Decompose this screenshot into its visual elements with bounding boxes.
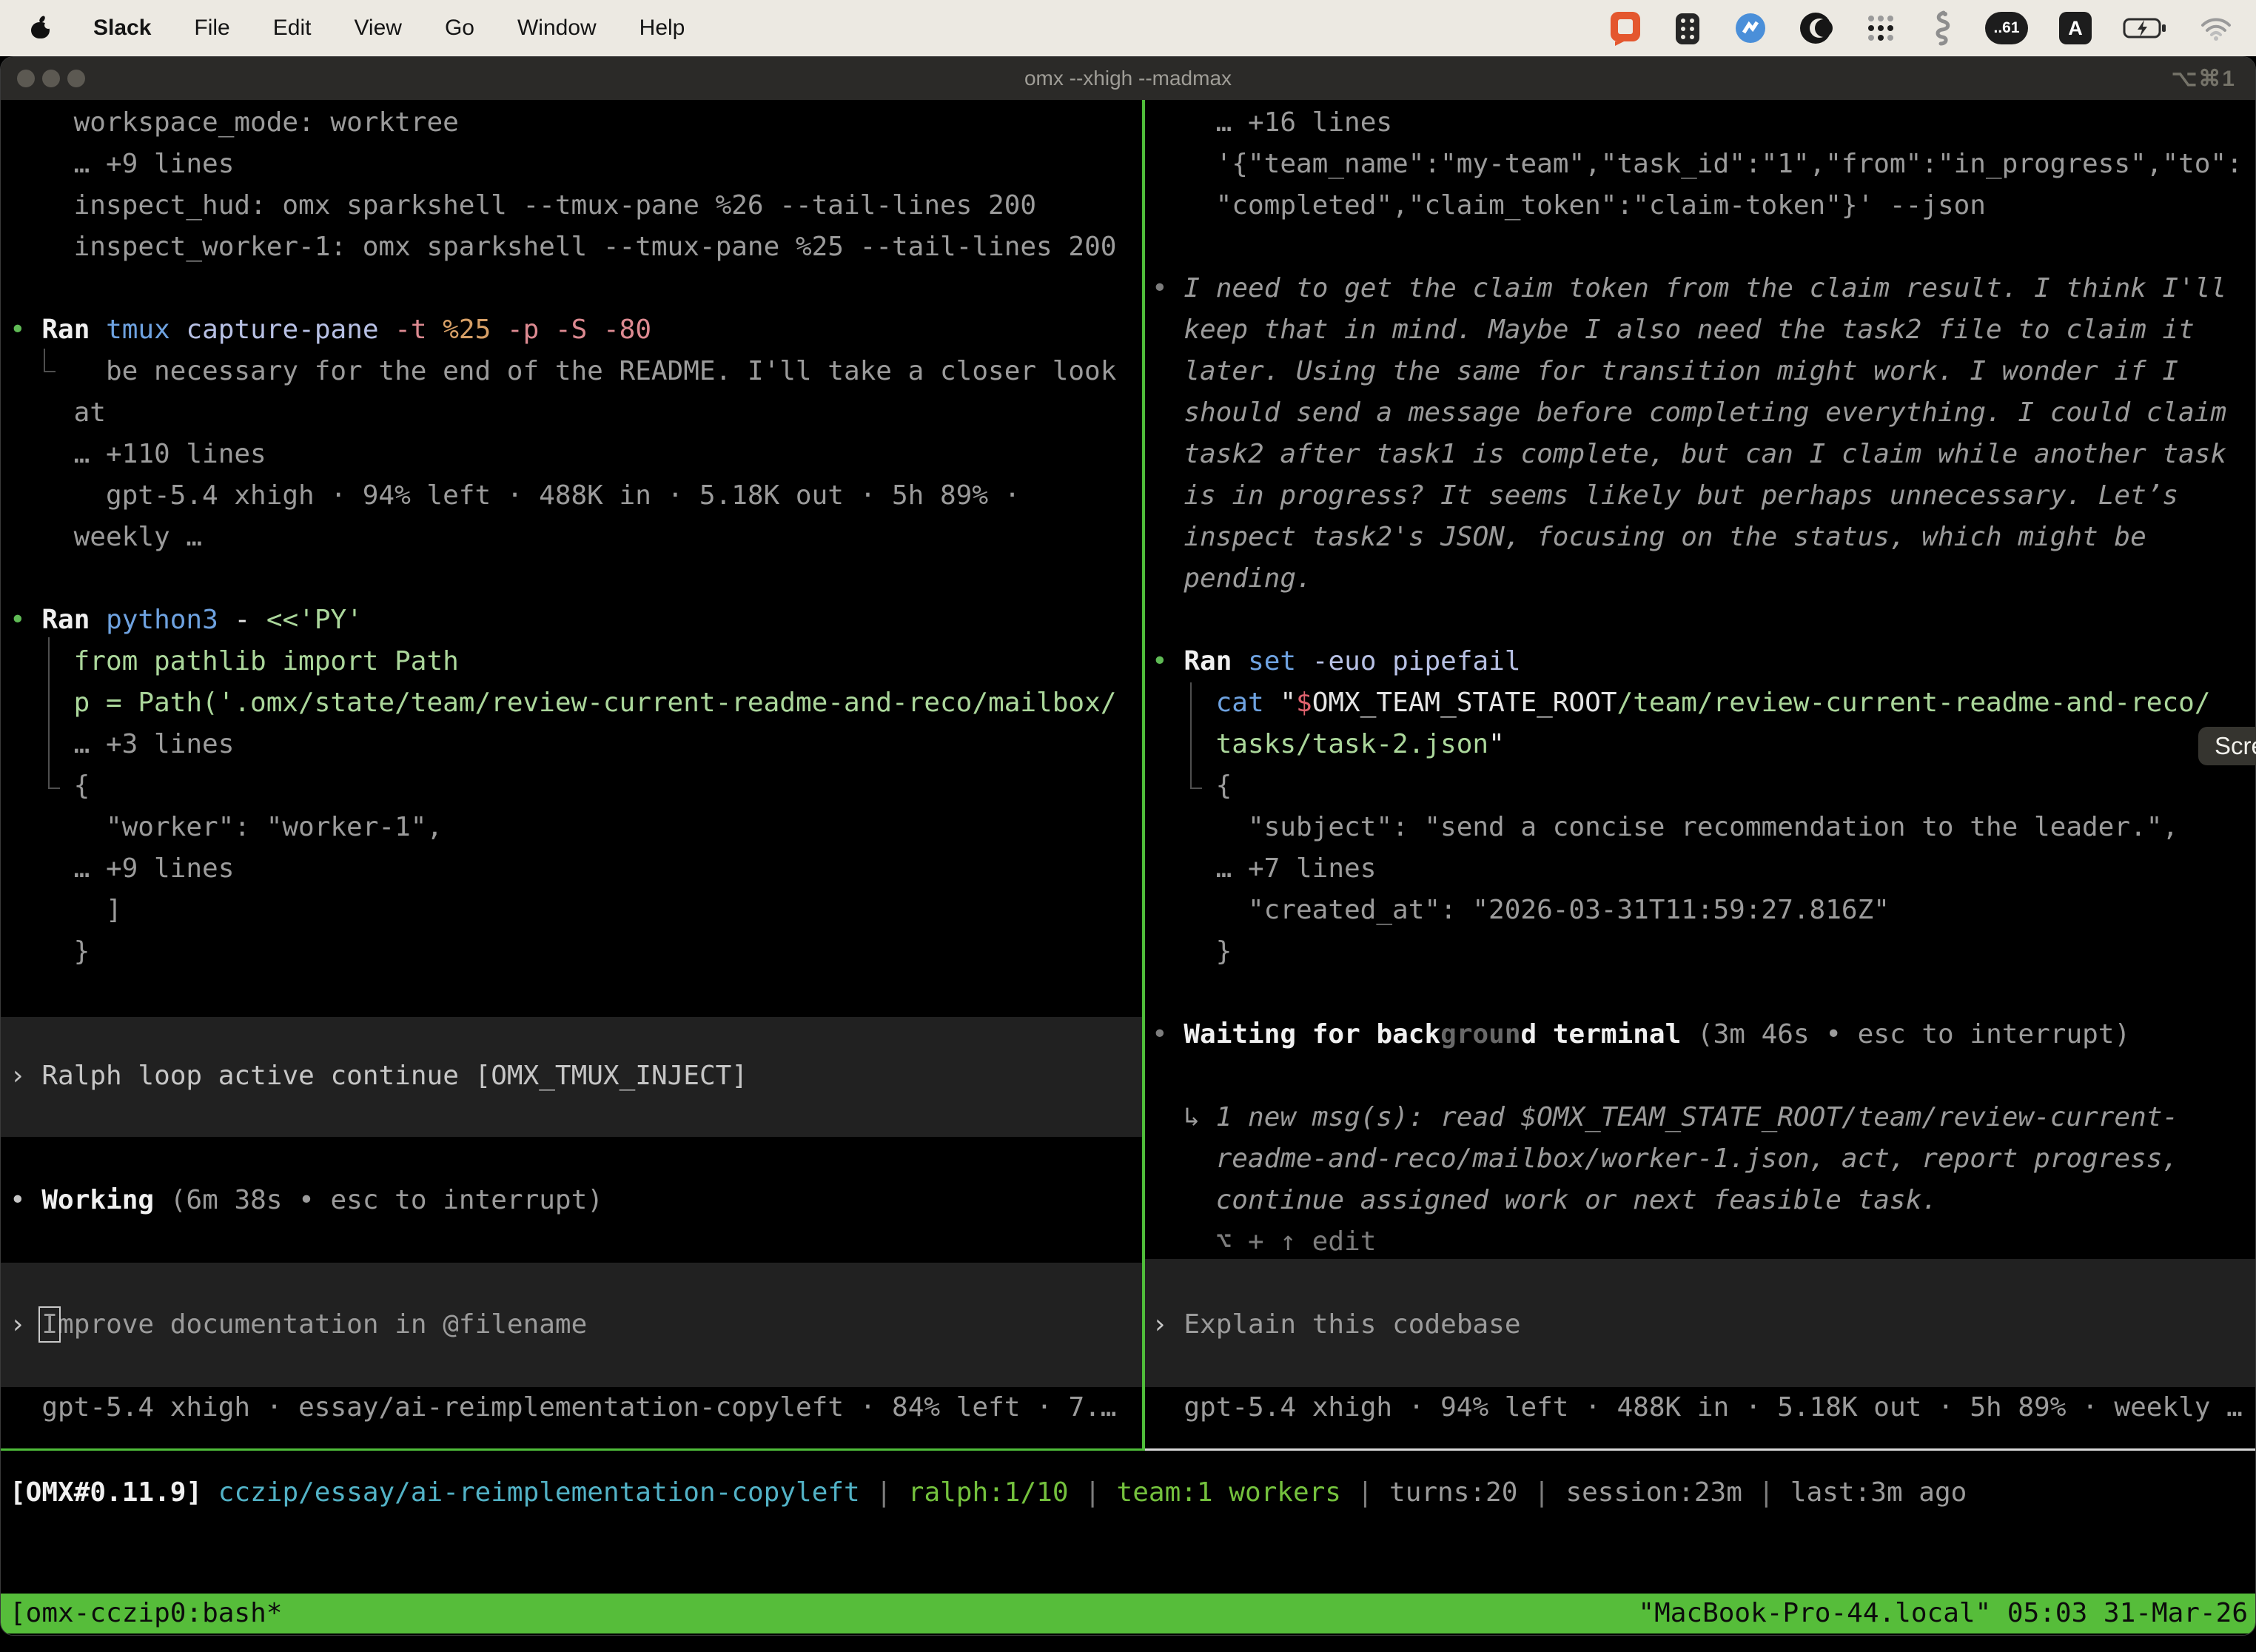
terminal-line: task2 after task1 is complete, but can I… bbox=[1184, 434, 2226, 475]
terminal-line: is in progress? It seems likely but perh… bbox=[1184, 475, 2178, 517]
left-pane-border bbox=[1, 1448, 1145, 1451]
terminal-line: › Ralph loop active continue [OMX_TMUX_I… bbox=[10, 1055, 748, 1097]
terminal-line: p = Path('.omx/state/team/review-current… bbox=[74, 682, 1117, 724]
terminal-line: should send a message before completing … bbox=[1184, 392, 2226, 434]
terminal-line: › Explain this codebase bbox=[1152, 1304, 1521, 1346]
menu-items: File Edit View Go Window Help bbox=[194, 16, 685, 41]
terminal-line: gpt-5.4 xhigh · 94% left · 488K in · 5.1… bbox=[106, 475, 1020, 517]
terminal-line: gpt-5.4 xhigh · essay/ai-reimplementatio… bbox=[41, 1387, 1116, 1428]
menu-item-edit[interactable]: Edit bbox=[273, 16, 312, 41]
terminal-line: continue assigned work or next feasible … bbox=[1216, 1180, 1938, 1221]
window-shortcut-hint: ⌥⌘1 bbox=[2172, 57, 2236, 100]
terminal-line: • Ran python3 - <<'PY' bbox=[10, 600, 363, 641]
terminal-line: workspace_mode: worktree bbox=[74, 102, 459, 144]
terminal-line: '{"team_name":"my-team","task_id":"1","f… bbox=[1216, 144, 2243, 185]
grid-shield-icon[interactable] bbox=[1673, 10, 1702, 46]
battery-icon[interactable] bbox=[2123, 16, 2167, 40]
output-connector bbox=[1190, 682, 1202, 789]
terminal-line: • Ran set -euo pipefail bbox=[1152, 641, 1521, 682]
terminal-line: inspect_worker-1: omx sparkshell --tmux-… bbox=[74, 226, 1117, 268]
output-connector bbox=[44, 349, 56, 372]
terminal-line: later. Using the same for transition mig… bbox=[1184, 351, 2178, 392]
terminal-line: • Ran tmux capture-pane -t %25 -p -S -80 bbox=[10, 309, 651, 351]
terminal-line: "completed","claim_token":"claim-token"}… bbox=[1216, 185, 1986, 226]
keyboard-layout-icon[interactable]: A bbox=[2059, 12, 2092, 44]
terminal-window: omx --xhigh --madmax ⌥⌘1 workspace_mode:… bbox=[0, 56, 2256, 1636]
terminal-line: inspect_hud: omx sparkshell --tmux-pane … bbox=[74, 185, 1036, 226]
terminal-line: ⌥ + ↑ edit bbox=[1216, 1221, 1377, 1263]
terminal-line: } bbox=[74, 931, 90, 973]
terminal-line: ] bbox=[106, 890, 122, 931]
app-menu-slack[interactable]: Slack bbox=[93, 16, 151, 41]
terminal-line: } bbox=[1216, 931, 1232, 973]
omx-status-line: [OMX#0.11.9] cczip/essay/ai-reimplementa… bbox=[10, 1472, 1967, 1514]
menu-item-file[interactable]: File bbox=[194, 16, 229, 41]
apple-menu-icon[interactable] bbox=[30, 16, 50, 41]
menu-item-view[interactable]: View bbox=[354, 16, 401, 41]
menu-item-help[interactable]: Help bbox=[639, 16, 685, 41]
tmux-status-bar: [omx-cczip0:bash* "MacBook-Pro-44.local"… bbox=[1, 1594, 2255, 1633]
menu-bar: Slack File Edit View Go Window Help bbox=[0, 0, 2256, 56]
right-pane[interactable]: … +16 lines'{"team_name":"my-team","task… bbox=[1145, 100, 2255, 1451]
menu-item-window[interactable]: Window bbox=[517, 16, 597, 41]
terminal-line: … +3 lines bbox=[74, 724, 235, 765]
chat-app-icon[interactable] bbox=[1609, 10, 1642, 46]
terminal-line: pending. bbox=[1184, 558, 1312, 600]
badge-61-icon[interactable]: ..61 bbox=[1985, 12, 2028, 44]
right-pane-border bbox=[1145, 1448, 2255, 1451]
terminal-line: … +7 lines bbox=[1216, 848, 1377, 890]
menu-item-go[interactable]: Go bbox=[445, 16, 474, 41]
terminal-line: inspect task2's JSON, focusing on the st… bbox=[1184, 517, 2146, 558]
screen-overlay-button[interactable]: Scre bbox=[2198, 727, 2256, 765]
messenger-icon[interactable] bbox=[1733, 11, 1767, 45]
terminal-line: be necessary for the end of the README. … bbox=[106, 351, 1116, 392]
terminal-line: • Waiting for background terminal (3m 46… bbox=[1152, 1014, 2130, 1055]
terminal-line: from pathlib import Path bbox=[74, 641, 459, 682]
terminal-line: • Working (6m 38s • esc to interrupt) bbox=[10, 1180, 603, 1221]
terminal-line: weekly … bbox=[74, 517, 202, 558]
terminal-line: … +9 lines bbox=[74, 144, 235, 185]
terminal-line: keep that in mind. Maybe I also need the… bbox=[1184, 309, 2194, 351]
menu-bar-status-tray: ..61 A bbox=[1609, 10, 2256, 47]
window-title: omx --xhigh --madmax bbox=[1, 57, 2255, 100]
terminal-line: tasks/task-2.json" bbox=[1216, 724, 1505, 765]
terminal-line: "worker": "worker-1", bbox=[106, 807, 443, 848]
left-pane[interactable]: workspace_mode: worktree… +9 linesinspec… bbox=[1, 100, 1142, 1451]
terminal-line: gpt-5.4 xhigh · 94% left · 488K in · 5.1… bbox=[1184, 1387, 2242, 1428]
terminal-line: "created_at": "2026-03-31T11:59:27.816Z" bbox=[1248, 890, 1890, 931]
pane-divider[interactable] bbox=[1142, 100, 1145, 1451]
terminal-line: • I need to get the claim token from the… bbox=[1152, 268, 2226, 309]
terminal-line: at bbox=[74, 392, 106, 434]
terminal-content: workspace_mode: worktree… +9 linesinspec… bbox=[1, 100, 2255, 1635]
terminal-line: cat "$OMX_TEAM_STATE_ROOT/team/review-cu… bbox=[1216, 682, 2211, 724]
terminal-line: … +16 lines bbox=[1216, 102, 1392, 144]
terminal-line: { bbox=[74, 765, 90, 807]
wifi-icon[interactable] bbox=[2198, 15, 2234, 41]
dragon-icon[interactable] bbox=[1929, 10, 1954, 47]
dots-grid-icon[interactable] bbox=[1864, 11, 1898, 45]
terminal-line: ↳ 1 new msg(s): read $OMX_TEAM_STATE_ROO… bbox=[1184, 1097, 2178, 1138]
terminal-line: › Improve documentation in @filename bbox=[10, 1304, 587, 1346]
terminal-line: … +110 lines bbox=[74, 434, 266, 475]
output-connector bbox=[48, 637, 60, 789]
window-titlebar[interactable]: omx --xhigh --madmax ⌥⌘1 bbox=[1, 57, 2255, 100]
terminal-line: readme-and-reco/mailbox/worker-1.json, a… bbox=[1216, 1138, 2178, 1180]
tmux-session-label: [omx-cczip0:bash* bbox=[10, 1594, 282, 1633]
desktop: { "menu_bar": { "app_name": "Slack", "it… bbox=[0, 0, 2256, 1652]
moon-icon[interactable] bbox=[1799, 11, 1833, 45]
terminal-line: … +9 lines bbox=[74, 848, 235, 890]
terminal-line: "subject": "send a concise recommendatio… bbox=[1248, 807, 2178, 848]
tmux-host-clock: "MacBook-Pro-44.local" 05:03 31-Mar-26 bbox=[1638, 1594, 2248, 1633]
terminal-line: { bbox=[1216, 765, 1232, 807]
